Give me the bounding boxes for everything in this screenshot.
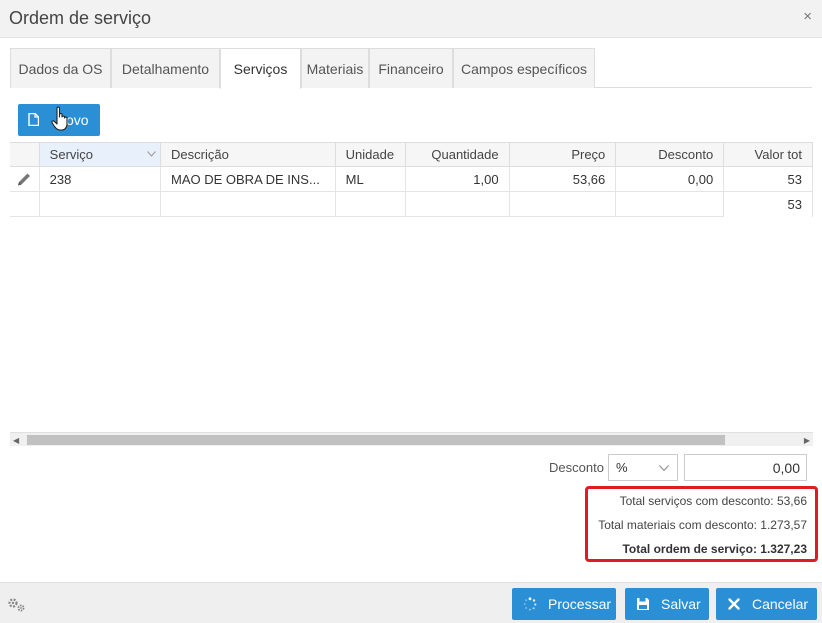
gears-icon[interactable]: [7, 597, 27, 613]
discount-type-value: %: [616, 460, 628, 475]
cancel-button-label: Cancelar: [752, 596, 809, 612]
total-services: Total serviços com desconto: 53,66: [619, 494, 807, 508]
summary-valor-total: 53: [723, 191, 813, 217]
cell-quantidade[interactable]: 1,00: [405, 166, 510, 192]
hand-cursor-icon: [51, 106, 68, 131]
column-header-descricao[interactable]: Descrição: [160, 142, 336, 167]
tab-financeiro[interactable]: Financeiro: [369, 48, 453, 88]
tab-bar: Dados da OS Detalhamento Serviços Materi…: [10, 48, 812, 89]
close-icon[interactable]: ×: [803, 8, 812, 25]
cell-valor-total[interactable]: 53: [723, 166, 813, 192]
cell-servico[interactable]: 238: [39, 166, 162, 192]
column-header-unidade[interactable]: Unidade: [335, 142, 406, 167]
discount-label: Desconto: [549, 460, 604, 475]
cell-preco[interactable]: 53,66: [509, 166, 617, 192]
totals-box: Total serviços com desconto: 53,66 Total…: [585, 486, 818, 562]
horizontal-scrollbar[interactable]: ◀ ▶: [10, 432, 813, 446]
pencil-icon[interactable]: [16, 172, 32, 188]
cell-descricao[interactable]: MAO DE OBRA DE INS...: [160, 166, 336, 192]
footer-bar: Processar Salvar Cancelar: [0, 582, 822, 623]
scroll-left-icon[interactable]: ◀: [13, 436, 19, 445]
document-icon: [28, 113, 39, 126]
column-header-valor-total[interactable]: Valor tot: [723, 142, 813, 167]
total-materials: Total materiais com desconto: 1.273,57: [598, 518, 807, 532]
chevron-down-icon: [659, 465, 669, 471]
floppy-disk-icon: [637, 598, 649, 610]
cell-unidade[interactable]: ML: [335, 166, 406, 192]
grid-header-row: Serviço Descrição Unidade Quantidade Pre…: [10, 142, 813, 167]
column-header-servico-label: Serviço: [49, 147, 94, 162]
table-row[interactable]: 238 MAO DE OBRA DE INS... ML 1,00 53,66 …: [10, 166, 813, 192]
tab-campos-especificos[interactable]: Campos específicos: [453, 48, 595, 88]
discount-value-input[interactable]: [684, 454, 807, 481]
tab-servicos[interactable]: Serviços: [220, 48, 301, 89]
cell-desconto[interactable]: 0,00: [615, 166, 725, 192]
column-header-quantidade[interactable]: Quantidade: [405, 142, 510, 167]
new-button[interactable]: ovo: [18, 104, 100, 136]
column-header-servico[interactable]: Serviço: [39, 142, 162, 167]
save-button-label: Salvar: [661, 596, 701, 612]
scrollbar-thumb[interactable]: [27, 435, 725, 445]
window-titlebar: Ordem de serviço ×: [0, 0, 822, 38]
spinner-icon: [523, 597, 537, 611]
column-header-preco[interactable]: Preço: [509, 142, 617, 167]
edit-column-header: [10, 142, 40, 167]
scroll-right-icon[interactable]: ▶: [804, 436, 810, 445]
services-grid: Serviço Descrição Unidade Quantidade Pre…: [10, 142, 813, 434]
tab-detalhamento[interactable]: Detalhamento: [111, 48, 220, 88]
chevron-down-icon[interactable]: [147, 151, 156, 157]
edit-cell[interactable]: [10, 166, 40, 192]
window-title: Ordem de serviço: [9, 8, 152, 28]
save-button[interactable]: Salvar: [625, 588, 709, 620]
column-header-desconto[interactable]: Desconto: [615, 142, 725, 167]
process-button[interactable]: Processar: [512, 588, 616, 620]
process-button-label: Processar: [548, 596, 612, 612]
tab-dados-da-os[interactable]: Dados da OS: [10, 48, 111, 88]
summary-row: 53: [10, 191, 813, 217]
cancel-button[interactable]: Cancelar: [716, 588, 817, 620]
total-order: Total ordem de serviço: 1.327,23: [622, 542, 807, 556]
discount-type-select[interactable]: %: [608, 454, 678, 481]
close-icon: [728, 598, 740, 610]
tab-materiais[interactable]: Materiais: [301, 48, 369, 88]
